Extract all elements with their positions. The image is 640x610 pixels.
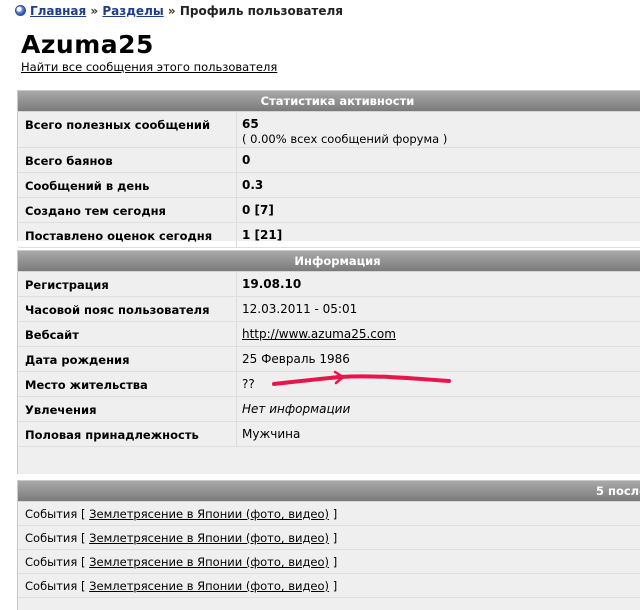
breadcrumb-separator: » [90, 4, 99, 18]
recent-posts-panel: 5 после События [ Землетрясение в Японии… [17, 480, 640, 610]
post-link[interactable]: Землетрясение в Японии (фото, видео) [89, 531, 329, 545]
info-label: Часовой пояс пользователя [25, 303, 210, 317]
info-label: Регистрация [25, 278, 109, 292]
stat-row-ratings-today: Поставлено оценок сегодня 1 [21] [18, 223, 640, 248]
stat-label: Сообщений в день [25, 179, 150, 193]
stat-row-posts-per-day: Сообщений в день 0.3 [18, 173, 640, 198]
post-item: События [ Землетрясение в Японии (фото, … [18, 526, 640, 550]
stat-label: Создано тем сегодня [25, 204, 166, 218]
info-label: Увлечения [25, 403, 97, 417]
stat-row-topics-today: Создано тем сегодня 0 [7] [18, 198, 640, 223]
info-label: Половая принадлежность [25, 428, 199, 442]
find-user-posts-link[interactable]: Найти все сообщения этого пользователя [21, 60, 277, 74]
stat-label: Поставлено оценок сегодня [25, 229, 213, 243]
info-row-gender: Половая принадлежность Мужчина [18, 422, 640, 447]
info-row-registration: Регистрация 19.08.10 [18, 272, 640, 297]
info-value: Мужчина [242, 427, 301, 441]
post-item: События [ Землетрясение в Японии (фото, … [18, 502, 640, 526]
info-value: 12.03.2011 - 05:01 [242, 302, 358, 316]
info-panel: Информация Регистрация 19.08.10 Часовой … [17, 250, 640, 474]
stat-row-bayans: Всего баянов 0 [18, 148, 640, 173]
info-row-birthday: Дата рождения 25 Февраль 1986 [18, 347, 640, 372]
info-header: Информация [18, 251, 640, 272]
stat-value: 1 [21] [242, 228, 283, 242]
info-row-website: Вебсайт http://www.azuma25.com [18, 322, 640, 347]
activity-stats-header: Статистика активности [18, 91, 640, 112]
breadcrumb-home-link[interactable]: Главная [30, 4, 86, 18]
recent-posts-header: 5 после [18, 481, 640, 502]
info-label: Вебсайт [25, 328, 79, 342]
breadcrumb-current: Профиль пользователя [179, 4, 344, 18]
home-bullet-icon [15, 5, 26, 16]
info-row-location: Место жительства ?? [18, 372, 640, 397]
info-value: Нет информации [242, 402, 351, 416]
post-item: События [ Землетрясение в Японии (фото, … [18, 574, 640, 598]
post-link[interactable]: Землетрясение в Японии (фото, видео) [89, 555, 329, 569]
info-label: Место жительства [25, 378, 148, 392]
website-link[interactable]: http://www.azuma25.com [242, 327, 396, 341]
breadcrumb-separator: » [167, 4, 176, 18]
breadcrumb-sections-link[interactable]: Разделы [102, 4, 163, 18]
post-link[interactable]: Землетрясение в Японии (фото, видео) [89, 507, 329, 521]
info-label: Дата рождения [25, 353, 130, 367]
stat-label: Всего полезных сообщений [25, 118, 211, 132]
stat-value: 0 [242, 153, 251, 167]
post-item: События [ Землетрясение в Японии (фото, … [18, 550, 640, 574]
stat-label: Всего баянов [25, 154, 113, 168]
stat-value: 0.3 [242, 178, 264, 192]
page-title: Azuma25 [21, 30, 154, 59]
info-value: ?? [242, 377, 255, 391]
stat-value: 0 [7] [242, 203, 274, 217]
info-row-interests: Увлечения Нет информации [18, 397, 640, 422]
activity-stats-panel: Статистика активности Всего полезных соо… [17, 90, 640, 248]
stat-subvalue: ( 0.00% всех сообщений форума ) [242, 132, 448, 146]
breadcrumb: Главная » Разделы » Профиль пользователя [15, 4, 343, 18]
info-value: 19.08.10 [242, 277, 302, 291]
stat-row-useful-posts: Всего полезных сообщений 65( 0.00% всех … [18, 112, 640, 148]
info-row-timezone: Часовой пояс пользователя 12.03.2011 - 0… [18, 297, 640, 322]
post-link[interactable]: Землетрясение в Японии (фото, видео) [89, 579, 329, 593]
stat-value: 65( 0.00% всех сообщений форума ) [242, 117, 448, 146]
info-value: 25 Февраль 1986 [242, 352, 350, 366]
